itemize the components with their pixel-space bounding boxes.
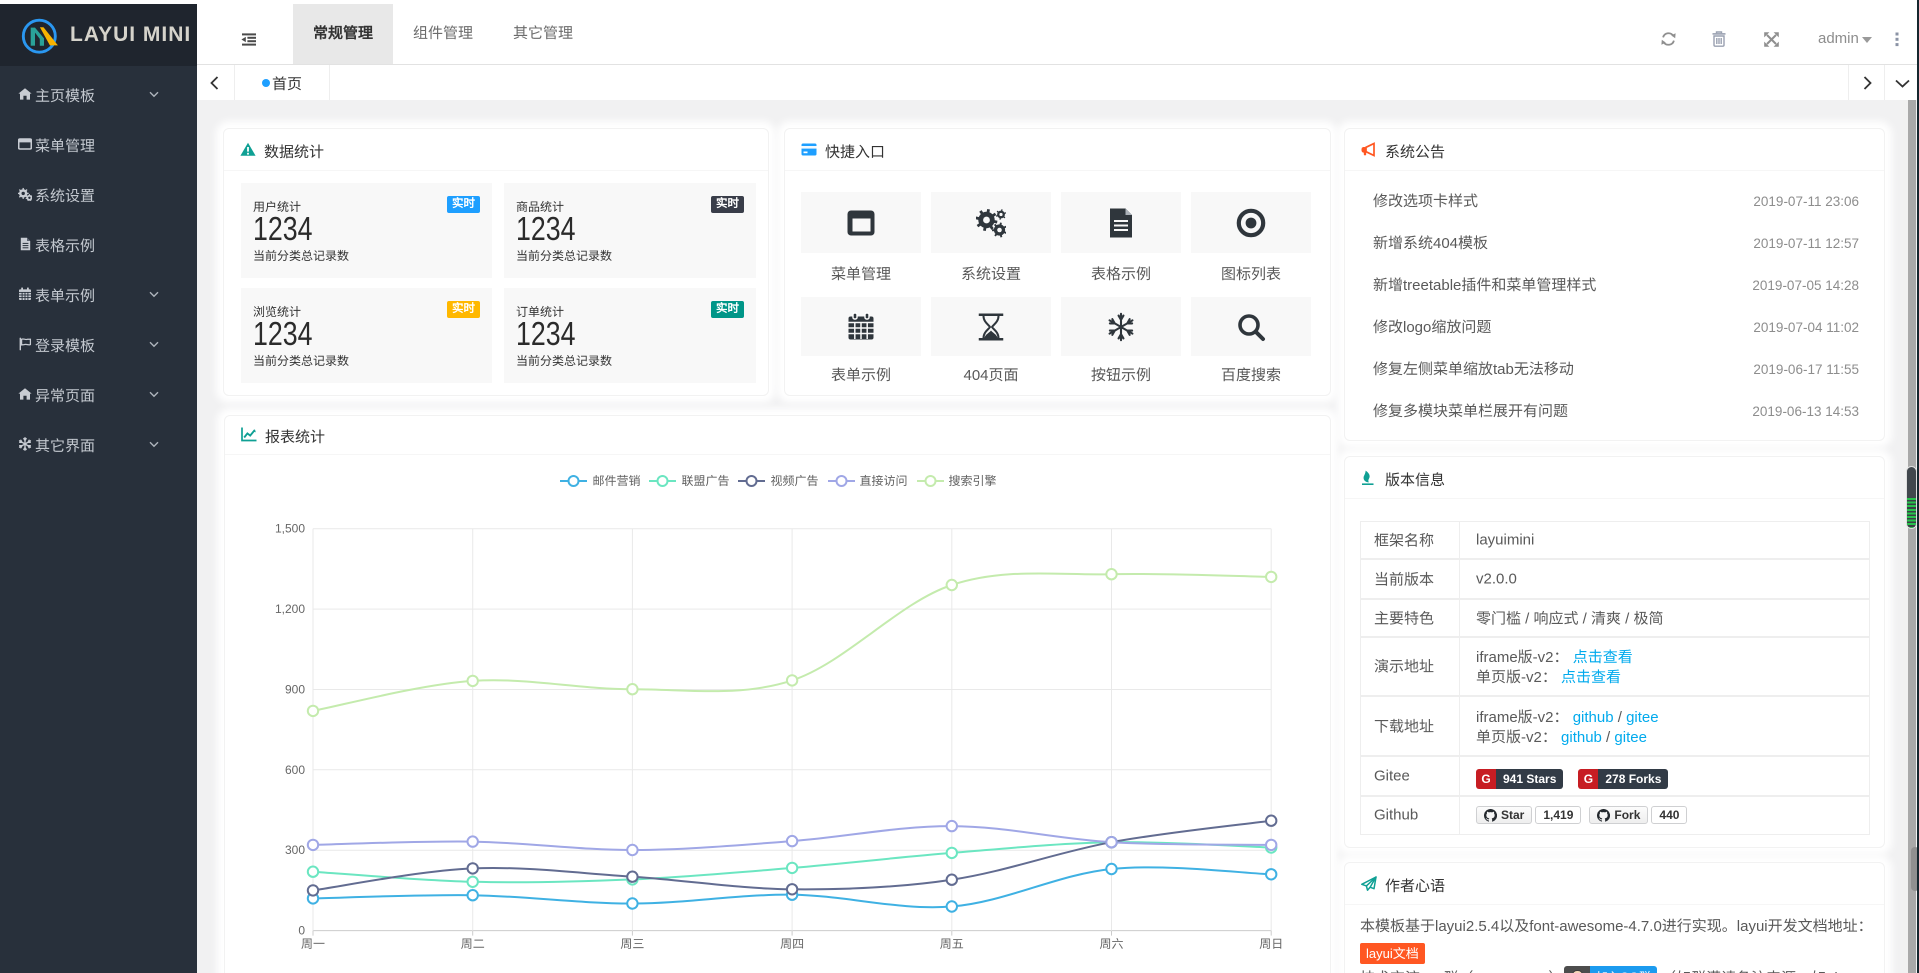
svg-text:600: 600: [285, 763, 305, 777]
svg-text:周四: 周四: [780, 937, 804, 951]
svg-text:周二: 周二: [461, 937, 485, 951]
svg-text:周六: 周六: [1099, 937, 1123, 951]
svg-text:1,200: 1,200: [275, 602, 305, 616]
svg-text:周三: 周三: [620, 937, 644, 951]
svg-text:周五: 周五: [940, 937, 964, 951]
svg-text:0: 0: [298, 924, 305, 938]
svg-text:周日: 周日: [1259, 937, 1283, 951]
svg-text:900: 900: [285, 683, 305, 697]
svg-text:1,500: 1,500: [275, 522, 305, 536]
svg-text:周一: 周一: [301, 937, 325, 951]
svg-text:300: 300: [285, 843, 305, 857]
